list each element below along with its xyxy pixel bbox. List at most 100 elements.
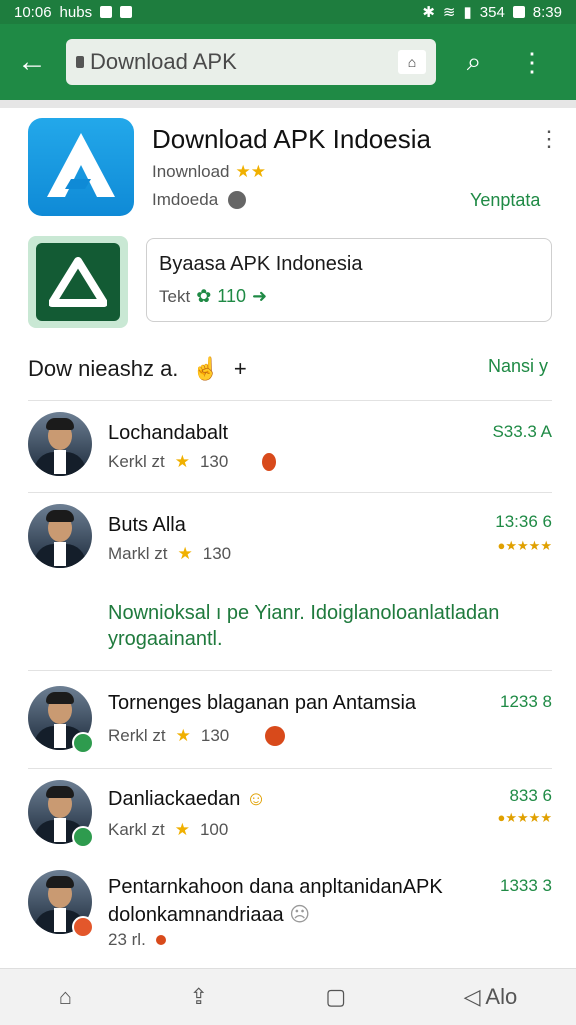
section-link[interactable]: Nansi y xyxy=(488,356,548,377)
star-icon: ★ xyxy=(177,544,193,563)
recents-icon[interactable]: ▢ xyxy=(325,984,346,1010)
list-item-value: 833 6 xyxy=(509,786,552,805)
list-item-meta: Kerkl zt ★ 130 xyxy=(108,452,277,472)
list-item[interactable]: Tornenges blaganan pan Antamsia Rerkl zt… xyxy=(28,682,552,762)
status-time: 10:06 xyxy=(14,3,52,21)
bluetooth-icon: ✱ xyxy=(422,4,435,21)
list-item-rating: 130 xyxy=(199,452,229,471)
arrow-icon: ➜ xyxy=(251,286,268,306)
list-item[interactable]: Buts Alla Markl zt ★ 130 13:36 6 ●★★★★ xyxy=(28,502,552,578)
list-item-meta-text: 23 rl. xyxy=(108,930,146,949)
toolbar-shadow xyxy=(0,100,576,108)
list-item-rating: 130 xyxy=(200,726,230,745)
app-notification-icon xyxy=(120,6,133,18)
list-item-value: 1233 8 xyxy=(500,692,552,711)
app-subtitle: Inownload ★★ xyxy=(152,162,266,182)
back-arrow-icon[interactable]: ← xyxy=(12,42,52,82)
app-more-icon[interactable]: ⋮ xyxy=(538,126,560,152)
list-item-value: S33.3 A xyxy=(492,422,552,441)
list-item-meta: 23 rl. xyxy=(108,930,166,950)
list-item-value: 13:36 6 xyxy=(495,512,552,531)
thumb-icon[interactable]: ☝ xyxy=(192,356,219,382)
search-bar[interactable]: Download APK ⌂ xyxy=(66,39,436,85)
list-item-name-2: dolonkamnandriaaa xyxy=(108,904,284,926)
notification-icon xyxy=(100,6,113,18)
list-item-name: Danliackaedan xyxy=(108,788,241,810)
signal-icon: ▮ xyxy=(463,4,472,21)
list-item-name-wrap: Danliackaedan ☺ xyxy=(108,788,266,811)
info-card-meta: Tekt ✿ 110 ➜ xyxy=(159,286,539,307)
app-icon-blue[interactable] xyxy=(28,118,134,216)
list-item-meta: Karkl zt ★ 100 xyxy=(108,820,228,840)
signal-value: 354 xyxy=(479,3,505,21)
divider xyxy=(28,492,552,493)
list-item-name: Tornenges blaganan pan Antamsia xyxy=(108,692,417,714)
info-card-meta-label: Tekt xyxy=(159,286,191,306)
info-card-count: 110 xyxy=(217,286,246,306)
list-item-meta-text: Kerkl zt xyxy=(108,452,165,471)
list-item-value: 1333 3 xyxy=(500,876,552,895)
badge-icon xyxy=(72,916,94,938)
app-icon-green[interactable] xyxy=(28,236,128,328)
divider xyxy=(28,400,552,401)
list-item[interactable]: Pentarnkahoon dana anpltanidanAPK dolonk… xyxy=(28,866,552,956)
star-icon: ★ xyxy=(174,820,190,839)
list-item-rating: 130 xyxy=(202,544,232,563)
verified-badge-icon xyxy=(72,826,94,848)
search-icon[interactable]: ⌕ xyxy=(454,42,494,82)
info-card[interactable]: Byaasa APK Indonesia Tekt ✿ 110 ➜ xyxy=(146,238,552,322)
share-icon[interactable]: ⇪ xyxy=(189,984,207,1010)
section-header: Dow nieashz a. ☝ + xyxy=(28,356,247,382)
apk-icon[interactable]: ⌂ xyxy=(398,50,426,74)
list-item-meta-text: Rerkl zt xyxy=(108,726,166,745)
emoji-icon xyxy=(265,726,286,746)
app-header-link[interactable]: Yenptata xyxy=(470,190,540,211)
status-time-right: 8:39 xyxy=(532,3,562,21)
rating-stars-icon: ●★★★★ xyxy=(497,810,552,825)
promo-text[interactable]: Nownioksal ı pe Yianr. Idoiglanoloanlatl… xyxy=(108,600,538,652)
lock-icon xyxy=(76,56,84,68)
status-label: hubs xyxy=(59,3,93,21)
app-region-text: Imdoeda xyxy=(152,190,219,209)
avatar xyxy=(28,504,92,568)
list-item-rating: 100 xyxy=(199,820,229,839)
search-text[interactable]: Download APK xyxy=(90,49,398,75)
flame-icon xyxy=(262,453,277,471)
list-item-meta-text: Markl zt xyxy=(108,544,168,563)
leaf-icon: ✿ xyxy=(196,286,212,306)
star-icon: ★ xyxy=(175,726,191,745)
list-item-name-line2: dolonkamnandriaaa ☹ xyxy=(108,902,310,927)
list-item-name: Lochandabalt xyxy=(108,422,229,444)
battery-icon xyxy=(512,6,525,18)
avatar xyxy=(28,412,92,476)
smile-icon: ☺ xyxy=(245,788,267,810)
overflow-menu-icon[interactable]: ⋮ xyxy=(512,42,552,82)
globe-icon xyxy=(228,191,247,209)
app-region: Imdoeda xyxy=(152,190,247,210)
list-item[interactable]: Danliackaedan ☺ Karkl zt ★ 100 833 6 ●★★… xyxy=(28,776,552,856)
red-dot-icon xyxy=(155,935,166,945)
rating-stars-icon: ●★★★★ xyxy=(497,538,552,553)
top-toolbar: ← Download APK ⌂ ⌕ ⋮ xyxy=(0,24,576,100)
divider xyxy=(28,670,552,671)
info-card-title: Byaasa APK Indonesia xyxy=(159,253,363,275)
wifi-icon: ≋ xyxy=(442,4,456,21)
star-rating-icon: ★★ xyxy=(235,162,266,181)
section-title: Dow nieashz a. xyxy=(28,356,179,381)
back-icon[interactable]: ◁ Alo xyxy=(464,984,518,1010)
star-icon: ★ xyxy=(174,452,190,471)
status-bar: 10:06 hubs ✱ ≋ ▮ 354 8:39 xyxy=(0,0,576,24)
list-item-meta: Rerkl zt ★ 130 xyxy=(108,726,286,746)
list-item-meta: Markl zt ★ 130 xyxy=(108,544,231,564)
list-item[interactable]: Lochandabalt Kerkl zt ★ 130 S33.3 A xyxy=(28,410,552,486)
verified-badge-icon xyxy=(72,732,94,754)
app-icon-green-inner xyxy=(36,243,120,321)
plus-icon[interactable]: + xyxy=(234,356,247,382)
app-subtitle-text: Inownload xyxy=(152,162,230,181)
app-title: Download APK Indoesia xyxy=(152,124,431,154)
list-item-meta-text: Karkl zt xyxy=(108,820,165,839)
system-nav-bar: ⌂ ⇪ ▢ ◁ Alo xyxy=(0,968,576,1025)
list-item-name: Buts Alla xyxy=(108,514,186,536)
divider xyxy=(28,768,552,769)
home-icon[interactable]: ⌂ xyxy=(59,984,72,1010)
